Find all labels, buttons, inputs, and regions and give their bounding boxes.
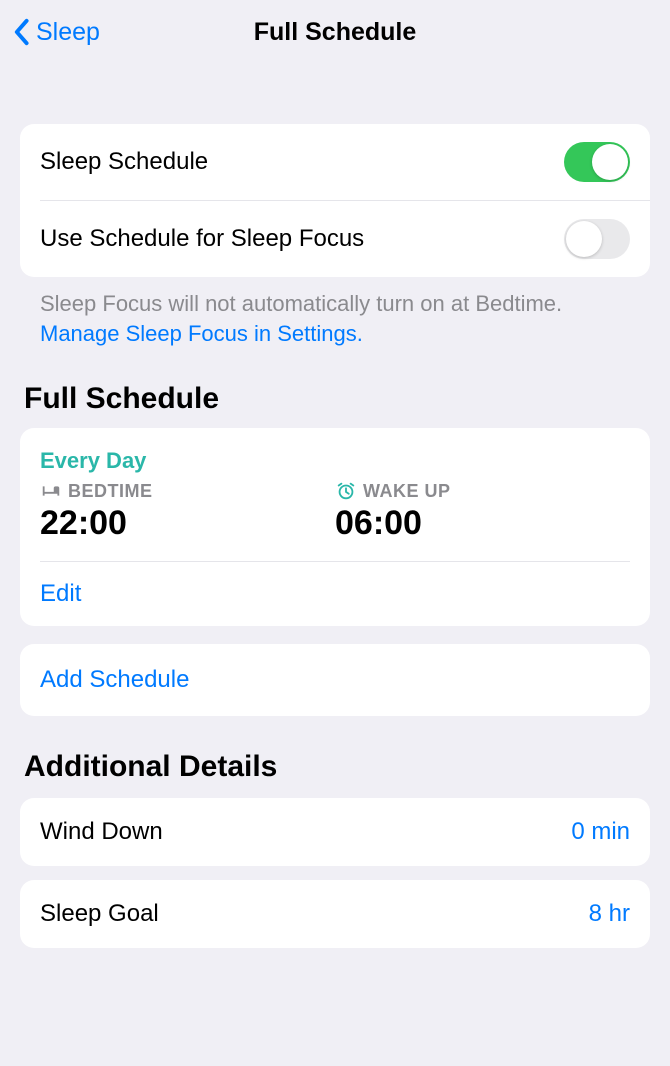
- sleep-schedule-label: Sleep Schedule: [40, 148, 208, 176]
- wind-down-value: 0 min: [571, 818, 630, 846]
- wind-down-label: Wind Down: [40, 818, 163, 846]
- chevron-left-icon: [12, 18, 30, 46]
- sleep-goal-row[interactable]: Sleep Goal 8 hr: [20, 880, 650, 948]
- page-title: Full Schedule: [0, 18, 670, 47]
- sleep-schedule-toggle[interactable]: [564, 142, 630, 182]
- wakeup-value: 06:00: [335, 504, 630, 543]
- wakeup-col: WAKE UP 06:00: [335, 480, 630, 543]
- sleep-goal-label: Sleep Goal: [40, 900, 159, 928]
- edit-button[interactable]: Edit: [40, 580, 630, 608]
- sleep-schedule-row: Sleep Schedule: [20, 124, 650, 200]
- back-button[interactable]: Sleep: [12, 18, 100, 47]
- footer-desc: Sleep Focus will not automatically turn …: [40, 291, 562, 316]
- sleep-focus-toggle[interactable]: [564, 219, 630, 259]
- wakeup-label: WAKE UP: [363, 481, 451, 502]
- sleep-goal-value: 8 hr: [589, 900, 630, 928]
- sleep-focus-label: Use Schedule for Sleep Focus: [40, 225, 364, 253]
- add-schedule-label: Add Schedule: [40, 666, 630, 694]
- bedtime-col: BEDTIME 22:00: [40, 480, 335, 543]
- add-schedule-card[interactable]: Add Schedule: [20, 644, 650, 716]
- bedtime-label: BEDTIME: [68, 481, 153, 502]
- schedule-card: Every Day BEDTIME 22:00 WAKE UP 06:00 Ed…: [20, 428, 650, 626]
- sleep-focus-row: Use Schedule for Sleep Focus: [20, 201, 650, 277]
- nav-bar: Sleep Full Schedule: [0, 0, 670, 64]
- schedule-days: Every Day: [40, 448, 630, 474]
- bed-icon: [40, 480, 62, 502]
- manage-sleep-focus-link[interactable]: Manage Sleep Focus in Settings.: [40, 321, 363, 346]
- alarm-icon: [335, 480, 357, 502]
- back-label: Sleep: [36, 18, 100, 47]
- bedtime-value: 22:00: [40, 504, 335, 543]
- full-schedule-header: Full Schedule: [24, 382, 650, 416]
- toggles-card: Sleep Schedule Use Schedule for Sleep Fo…: [20, 124, 650, 277]
- additional-details-header: Additional Details: [24, 750, 650, 784]
- footer-text: Sleep Focus will not automatically turn …: [20, 277, 650, 348]
- wind-down-row[interactable]: Wind Down 0 min: [20, 798, 650, 866]
